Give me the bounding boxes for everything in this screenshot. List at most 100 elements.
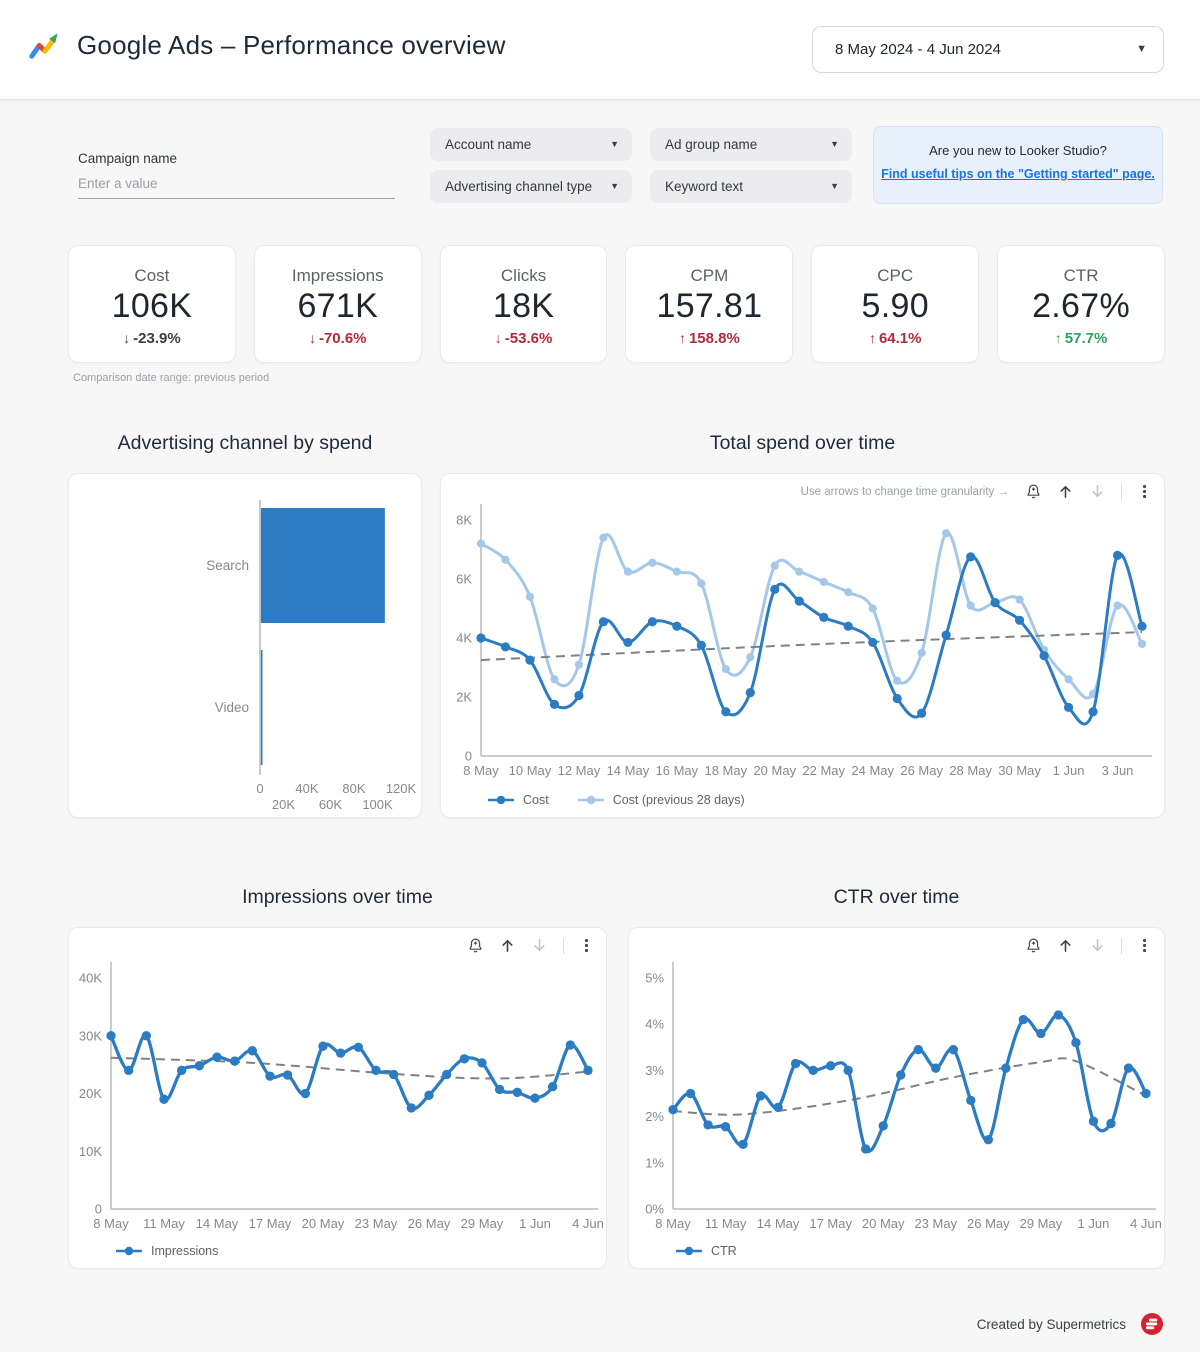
filter-chip-ad-group-name[interactable]: Ad group name ▼	[650, 128, 852, 161]
scorecard-cost: Cost 106K ↓-23.9%	[68, 245, 236, 363]
metric-label: Impressions	[255, 266, 421, 286]
getting-started-link[interactable]: Find useful tips on the "Getting started…	[881, 167, 1155, 181]
metric-value: 157.81	[626, 287, 792, 326]
metric-label: CPM	[626, 266, 792, 286]
channel-spend-chart-block: Advertising channel by spend SearchVideo…	[68, 430, 422, 818]
svg-text:20 May: 20 May	[302, 1216, 345, 1231]
ctr-card: 0%1%2%3%4%5%8 May11 May14 May17 May20 Ma…	[628, 927, 1165, 1269]
svg-text:40K: 40K	[295, 781, 318, 796]
alert-bell-icon[interactable]	[1025, 483, 1042, 500]
metric-label: Clicks	[441, 266, 607, 286]
svg-text:14 May: 14 May	[196, 1216, 239, 1231]
svg-text:11 May: 11 May	[705, 1216, 747, 1231]
getting-started-info-box: Are you new to Looker Studio? Find usefu…	[873, 126, 1163, 204]
svg-text:4%: 4%	[645, 1017, 664, 1032]
svg-text:1%: 1%	[645, 1155, 664, 1170]
supermetrics-logo[interactable]	[1140, 1312, 1164, 1336]
scorecard-impressions: Impressions 671K ↓-70.6%	[254, 245, 422, 363]
chart-title: CTR over time	[628, 884, 1165, 910]
chart-title: Impressions over time	[68, 884, 607, 910]
svg-text:0%: 0%	[645, 1202, 664, 1217]
svg-text:4K: 4K	[456, 631, 472, 646]
filter-chip-label: Account name	[445, 137, 531, 152]
scorecard-cpc: CPC 5.90 ↑64.1%	[811, 245, 979, 363]
more-options-icon[interactable]	[1137, 937, 1152, 954]
alert-bell-icon[interactable]	[1025, 937, 1042, 954]
svg-text:16 May: 16 May	[656, 763, 699, 778]
chevron-down-icon: ▼	[610, 182, 619, 191]
svg-text:0: 0	[465, 749, 472, 764]
comparison-note: Comparison date range: previous period	[73, 372, 269, 384]
ctr-line-chart[interactable]: 0%1%2%3%4%5%8 May11 May14 May17 May20 Ma…	[629, 928, 1164, 1268]
channel-spend-bar-chart[interactable]: SearchVideo040K80K120K20K60K100K	[69, 474, 421, 817]
chart-controls	[1025, 937, 1152, 954]
legend-item[interactable]: Impressions	[115, 1244, 218, 1258]
arrow-down-icon: ↓	[495, 330, 502, 346]
trend-line	[673, 1058, 1146, 1114]
total-spend-line-chart[interactable]: 02K4K6K8K8 May10 May12 May14 May16 May18…	[441, 474, 1165, 817]
svg-text:Video: Video	[215, 700, 249, 715]
svg-text:6K: 6K	[456, 572, 472, 587]
campaign-name-input[interactable]	[78, 168, 395, 199]
svg-text:3%: 3%	[645, 1063, 664, 1078]
svg-text:22 May: 22 May	[802, 763, 845, 778]
granularity-down-arrow-icon[interactable]	[531, 937, 548, 954]
svg-text:3 Jun: 3 Jun	[1102, 763, 1134, 778]
svg-text:8 May: 8 May	[463, 763, 499, 778]
svg-text:28 May: 28 May	[949, 763, 992, 778]
granularity-up-arrow-icon[interactable]	[1057, 937, 1074, 954]
svg-text:11 May: 11 May	[143, 1216, 185, 1231]
svg-text:1 Jun: 1 Jun	[1078, 1216, 1110, 1231]
arrow-down-icon: ↓	[309, 330, 316, 346]
granularity-up-arrow-icon[interactable]	[1057, 483, 1074, 500]
svg-text:29 May: 29 May	[461, 1216, 504, 1231]
svg-text:8 May: 8 May	[93, 1216, 129, 1231]
series-cost-previous-28-days-	[477, 529, 1146, 698]
bar-search	[261, 508, 385, 623]
more-options-icon[interactable]	[1137, 483, 1152, 500]
arrow-down-icon: ↓	[123, 330, 130, 346]
divider	[1121, 484, 1122, 500]
more-options-icon[interactable]	[579, 937, 594, 954]
bar-video	[261, 650, 263, 765]
filter-chip-label: Ad group name	[665, 137, 757, 152]
svg-text:40K: 40K	[79, 971, 102, 986]
total-spend-card: Use arrows to change time granularity → …	[440, 473, 1165, 818]
metric-delta: ↓-23.9%	[69, 330, 235, 347]
filter-chip-label: Advertising channel type	[445, 179, 592, 194]
svg-text:10K: 10K	[79, 1144, 102, 1159]
app-header: Google Ads – Performance overview 8 May …	[0, 0, 1200, 100]
svg-text:30 May: 30 May	[998, 763, 1041, 778]
granularity-hint: Use arrows to change time granularity →	[801, 486, 1009, 498]
filter-chip-keyword-text[interactable]: Keyword text ▼	[650, 170, 852, 203]
legend-item[interactable]: CTR	[675, 1244, 737, 1258]
granularity-down-arrow-icon[interactable]	[1089, 483, 1106, 500]
svg-text:4 Jun: 4 Jun	[1130, 1216, 1162, 1231]
svg-text:10 May: 10 May	[509, 763, 552, 778]
svg-text:Search: Search	[206, 558, 249, 573]
chart-controls	[467, 937, 594, 954]
date-range-selector[interactable]: 8 May 2024 - 4 Jun 2024 ▼	[812, 26, 1164, 73]
filter-chip-account-name[interactable]: Account name ▼	[430, 128, 632, 161]
chevron-down-icon: ▼	[830, 140, 839, 149]
svg-text:26 May: 26 May	[967, 1216, 1010, 1231]
arrow-up-icon: ↑	[869, 330, 876, 346]
svg-text:29 May: 29 May	[1020, 1216, 1063, 1231]
metric-value: 18K	[441, 287, 607, 326]
divider	[1121, 938, 1122, 954]
campaign-name-label: Campaign name	[78, 151, 177, 166]
legend-item[interactable]: Cost (previous 28 days)	[577, 793, 745, 807]
impressions-line-chart[interactable]: 010K20K30K40K8 May11 May14 May17 May20 M…	[69, 928, 606, 1268]
svg-text:5%: 5%	[645, 971, 664, 986]
metric-value: 671K	[255, 287, 421, 326]
alert-bell-icon[interactable]	[467, 937, 484, 954]
legend-item[interactable]: Cost	[487, 793, 549, 807]
info-question: Are you new to Looker Studio?	[874, 143, 1162, 158]
channel-spend-card: SearchVideo040K80K120K20K60K100K	[68, 473, 422, 818]
svg-text:4 Jun: 4 Jun	[572, 1216, 604, 1231]
filter-chip-advertising-channel-type[interactable]: Advertising channel type ▼	[430, 170, 632, 203]
filter-chip-label: Keyword text	[665, 179, 743, 194]
granularity-up-arrow-icon[interactable]	[499, 937, 516, 954]
granularity-down-arrow-icon[interactable]	[1089, 937, 1106, 954]
svg-text:20 May: 20 May	[862, 1216, 905, 1231]
